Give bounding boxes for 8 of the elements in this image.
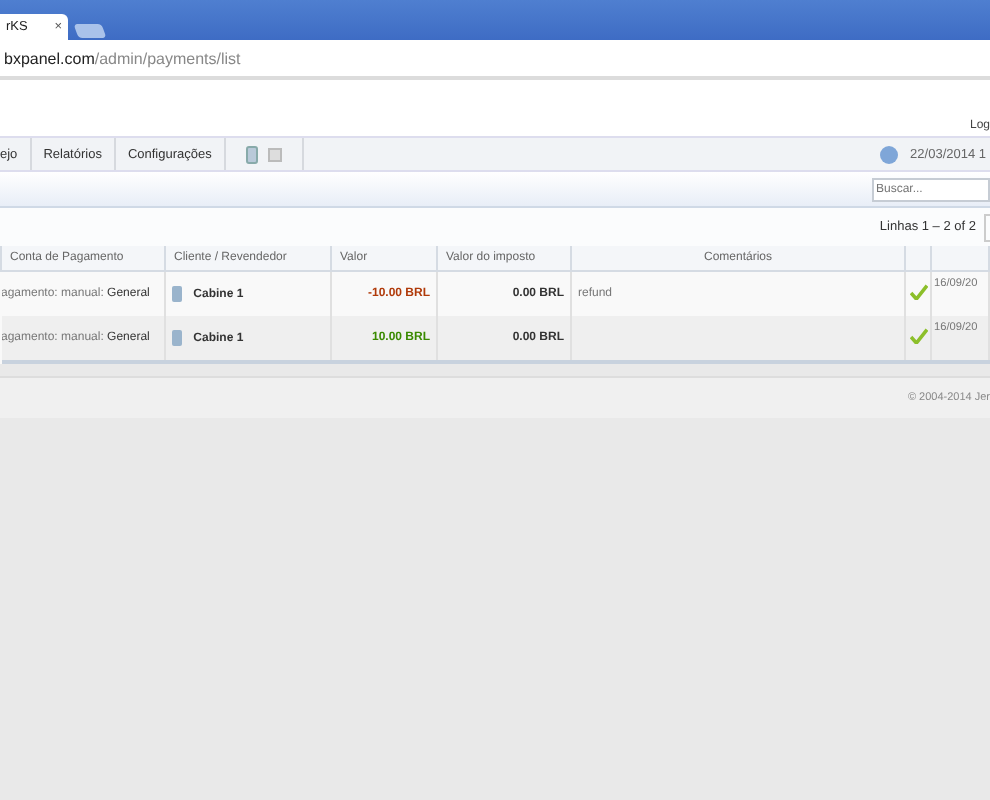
new-tab-button[interactable] xyxy=(73,24,107,38)
phone-icon[interactable] xyxy=(245,145,258,163)
phone-icon xyxy=(172,330,182,346)
address-field[interactable]: bxpanel.com/admin/payments/list xyxy=(0,49,241,67)
square-icon[interactable] xyxy=(267,147,282,161)
phone-icon xyxy=(172,286,182,302)
info-icon[interactable] xyxy=(880,145,899,163)
pager-button[interactable] xyxy=(984,213,990,241)
